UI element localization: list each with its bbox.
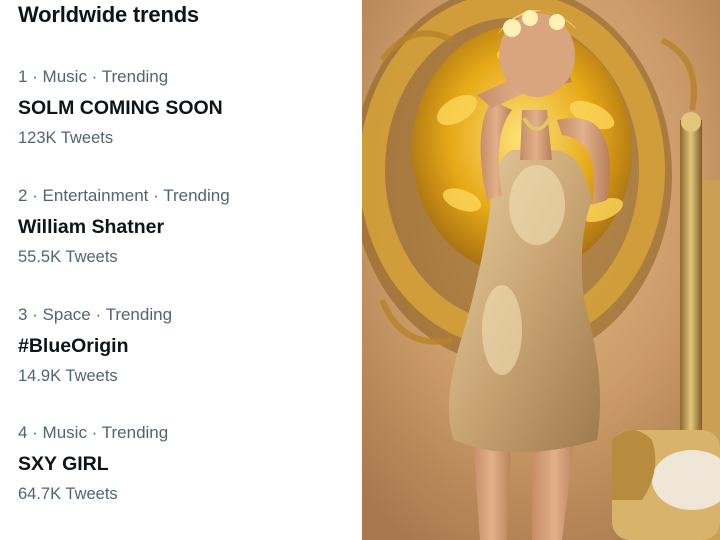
- trend-tweet-count: 55.5K Tweets: [18, 248, 118, 266]
- trend-item-4[interactable]: 4 · Music · Trending SXY GIRL 64.7K Twee…: [18, 422, 358, 505]
- trend-meta: 1 · Music · Trending: [18, 67, 169, 86]
- trend-meta: 4 · Music · Trending: [18, 423, 169, 442]
- trend-tweet-count: 14.9K Tweets: [18, 367, 118, 385]
- trend-meta: 2 · Entertainment · Trending: [18, 186, 230, 205]
- trend-item-3[interactable]: 3 · Space · Trending #BlueOrigin 14.9K T…: [18, 304, 358, 387]
- trends-heading: Worldwide trends: [18, 2, 199, 27]
- trends-panel: Worldwide trends 1 · Music · Trending SO…: [0, 0, 362, 540]
- trend-name: SOLM COMING SOON: [18, 97, 223, 119]
- trend-item-1[interactable]: 1 · Music · Trending SOLM COMING SOON 12…: [18, 66, 358, 149]
- trend-name: SXY GIRL: [18, 453, 109, 475]
- photo-gold-dress: [362, 0, 720, 540]
- trend-name: #BlueOrigin: [18, 335, 129, 357]
- trend-meta: 3 · Space · Trending: [18, 305, 173, 324]
- trend-tweet-count: 123K Tweets: [18, 129, 114, 147]
- trend-name: William Shatner: [18, 216, 165, 238]
- trend-item-2[interactable]: 2 · Entertainment · Trending William Sha…: [18, 185, 358, 268]
- trend-tweet-count: 64.7K Tweets: [18, 485, 118, 503]
